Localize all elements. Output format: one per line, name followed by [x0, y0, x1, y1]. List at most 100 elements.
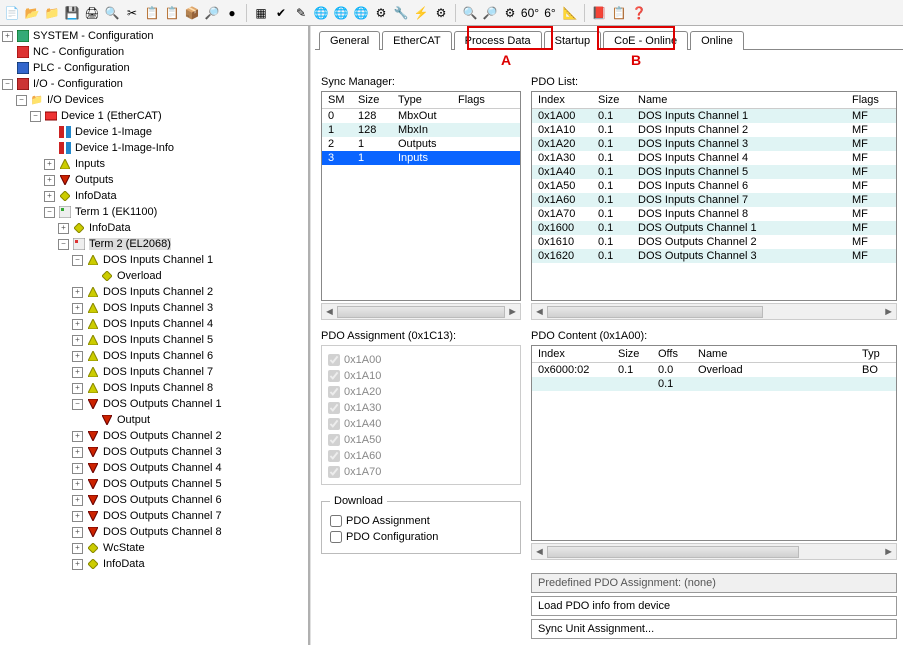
toolbar-icon[interactable]: 6°	[542, 5, 558, 21]
table-row[interactable]: 0x6000:020.10.0OverloadBO	[532, 363, 896, 378]
scrollbar[interactable]: ◄►	[321, 303, 521, 320]
toolbar-icon[interactable]: 🖨	[84, 5, 100, 21]
tree-item[interactable]: Device 1-Image	[44, 124, 308, 140]
toolbar-icon[interactable]: 🌐	[353, 5, 369, 21]
toolbar-icon[interactable]: ▦	[253, 5, 269, 21]
pdo-assign-checkbox[interactable]	[328, 386, 340, 398]
tab-process-data[interactable]: Process Data	[454, 31, 542, 50]
table-row[interactable]: 0x1A200.1DOS Inputs Channel 3MF	[532, 137, 896, 151]
tree-item[interactable]: Device 1-Image-Info	[44, 140, 308, 156]
tree-pane[interactable]: +SYSTEM - ConfigurationNC - Configuratio…	[0, 26, 310, 645]
table-row[interactable]: 31Inputs	[322, 151, 520, 165]
toolbar-icon[interactable]: 📄	[4, 5, 20, 21]
toolbar-icon[interactable]: ✔	[273, 5, 289, 21]
predefined-pdo-button[interactable]: Predefined PDO Assignment: (none)	[531, 573, 897, 593]
tree-item[interactable]: −DOS Inputs Channel 1	[72, 252, 308, 268]
tree-item[interactable]: +InfoData	[44, 188, 308, 204]
tree-item[interactable]: PLC - Configuration	[2, 60, 308, 76]
pdo-config-checkbox[interactable]	[330, 531, 342, 543]
sync-manager-table[interactable]: SMSizeTypeFlags0128MbxOut1128MbxIn21Outp…	[322, 92, 520, 165]
toolbar-icon[interactable]: ⚙	[433, 5, 449, 21]
pdo-assignment-checkbox[interactable]	[330, 515, 342, 527]
sync-unit-button[interactable]: Sync Unit Assignment...	[531, 619, 897, 639]
tree-item[interactable]: +Outputs	[44, 172, 308, 188]
tree-item[interactable]: +DOS Inputs Channel 5	[72, 332, 308, 348]
scrollbar[interactable]: ◄►	[531, 303, 897, 320]
tab-online[interactable]: Online	[690, 31, 744, 50]
tree-item[interactable]: Output	[86, 412, 308, 428]
table-row[interactable]: 0x1A100.1DOS Inputs Channel 2MF	[532, 123, 896, 137]
tree-item[interactable]: −I/O - Configuration	[2, 76, 308, 92]
tree-item[interactable]: +DOS Outputs Channel 3	[72, 444, 308, 460]
tree-item[interactable]: +DOS Outputs Channel 5	[72, 476, 308, 492]
tree-item[interactable]: +DOS Inputs Channel 6	[72, 348, 308, 364]
tree-item[interactable]: +InfoData	[58, 220, 308, 236]
tree-item[interactable]: −Term 2 (EL2068)	[58, 236, 308, 252]
toolbar-icon[interactable]: 📋	[144, 5, 160, 21]
table-row[interactable]: 0x1A700.1DOS Inputs Channel 8MF	[532, 207, 896, 221]
tree-item[interactable]: +DOS Outputs Channel 6	[72, 492, 308, 508]
table-row[interactable]: 1128MbxIn	[322, 123, 520, 137]
pdo-content-table[interactable]: IndexSizeOffsNameTyp0x6000:020.10.0Overl…	[532, 346, 896, 391]
table-row[interactable]: 0x1A000.1DOS Inputs Channel 1MF	[532, 109, 896, 124]
tree-item[interactable]: +DOS Inputs Channel 2	[72, 284, 308, 300]
tree-item[interactable]: −📁I/O Devices	[16, 92, 308, 108]
tree-item[interactable]: +DOS Outputs Channel 7	[72, 508, 308, 524]
table-row[interactable]: 0x1A500.1DOS Inputs Channel 6MF	[532, 179, 896, 193]
tree-item[interactable]: −Term 1 (EK1100)	[44, 204, 308, 220]
toolbar-icon[interactable]: ⚙	[502, 5, 518, 21]
table-row[interactable]: 0128MbxOut	[322, 109, 520, 124]
toolbar-icon[interactable]: 🌐	[313, 5, 329, 21]
toolbar-icon[interactable]: 🌐	[333, 5, 349, 21]
pdo-assign-checkbox[interactable]	[328, 434, 340, 446]
table-row[interactable]: 0x16200.1DOS Outputs Channel 3MF	[532, 249, 896, 263]
tree-item[interactable]: +DOS Outputs Channel 8	[72, 524, 308, 540]
toolbar-icon[interactable]: 📁	[44, 5, 60, 21]
toolbar-icon[interactable]: 📦	[184, 5, 200, 21]
toolbar-icon[interactable]: ❓	[631, 5, 647, 21]
table-row[interactable]: 0x16000.1DOS Outputs Channel 1MF	[532, 221, 896, 235]
toolbar-icon[interactable]: ⚡	[413, 5, 429, 21]
tree-item[interactable]: +SYSTEM - Configuration	[2, 28, 308, 44]
pdo-assign-checkbox[interactable]	[328, 466, 340, 478]
toolbar-icon[interactable]: 📐	[562, 5, 578, 21]
pdo-assign-checkbox[interactable]	[328, 418, 340, 430]
tree-item[interactable]: −DOS Outputs Channel 1	[72, 396, 308, 412]
table-row[interactable]: 0x1A600.1DOS Inputs Channel 7MF	[532, 193, 896, 207]
toolbar-icon[interactable]: 🔎	[204, 5, 220, 21]
toolbar-icon[interactable]: ●	[224, 5, 240, 21]
toolbar-icon[interactable]: 📕	[591, 5, 607, 21]
tree-item[interactable]: +DOS Outputs Channel 4	[72, 460, 308, 476]
tab-coe-online[interactable]: CoE - Online	[603, 31, 688, 50]
tree-item[interactable]: +DOS Inputs Channel 8	[72, 380, 308, 396]
toolbar-icon[interactable]: 💾	[64, 5, 80, 21]
pdo-assign-checkbox[interactable]	[328, 402, 340, 414]
table-row[interactable]: 0x1A300.1DOS Inputs Channel 4MF	[532, 151, 896, 165]
tab-startup[interactable]: Startup	[544, 31, 601, 50]
toolbar-icon[interactable]: 📂	[24, 5, 40, 21]
tab-ethercat[interactable]: EtherCAT	[382, 31, 451, 50]
toolbar-icon[interactable]: 📋	[164, 5, 180, 21]
tree-item[interactable]: −Device 1 (EtherCAT)	[30, 108, 308, 124]
toolbar-icon[interactable]: 🔧	[393, 5, 409, 21]
pdo-list-table[interactable]: IndexSizeNameFlags0x1A000.1DOS Inputs Ch…	[532, 92, 896, 263]
tree-item[interactable]: +DOS Inputs Channel 7	[72, 364, 308, 380]
tab-general[interactable]: General	[319, 31, 380, 50]
table-row[interactable]: 21Outputs	[322, 137, 520, 151]
scrollbar[interactable]: ◄►	[531, 543, 897, 560]
table-row[interactable]: 0x16100.1DOS Outputs Channel 2MF	[532, 235, 896, 249]
tree-item[interactable]: +DOS Inputs Channel 4	[72, 316, 308, 332]
toolbar-icon[interactable]: 📋	[611, 5, 627, 21]
table-row[interactable]: 0.1	[532, 377, 896, 391]
tree-item[interactable]: Overload	[86, 268, 308, 284]
tree-item[interactable]: +DOS Outputs Channel 2	[72, 428, 308, 444]
pdo-assign-checkbox[interactable]	[328, 370, 340, 382]
tree-item[interactable]: NC - Configuration	[2, 44, 308, 60]
table-row[interactable]: 0x1A400.1DOS Inputs Channel 5MF	[532, 165, 896, 179]
load-pdo-button[interactable]: Load PDO info from device	[531, 596, 897, 616]
toolbar-icon[interactable]: ✎	[293, 5, 309, 21]
toolbar-icon[interactable]: 🔎	[482, 5, 498, 21]
toolbar-icon[interactable]: ⚙	[373, 5, 389, 21]
toolbar-icon[interactable]: 🔍	[104, 5, 120, 21]
tree-item[interactable]: +DOS Inputs Channel 3	[72, 300, 308, 316]
